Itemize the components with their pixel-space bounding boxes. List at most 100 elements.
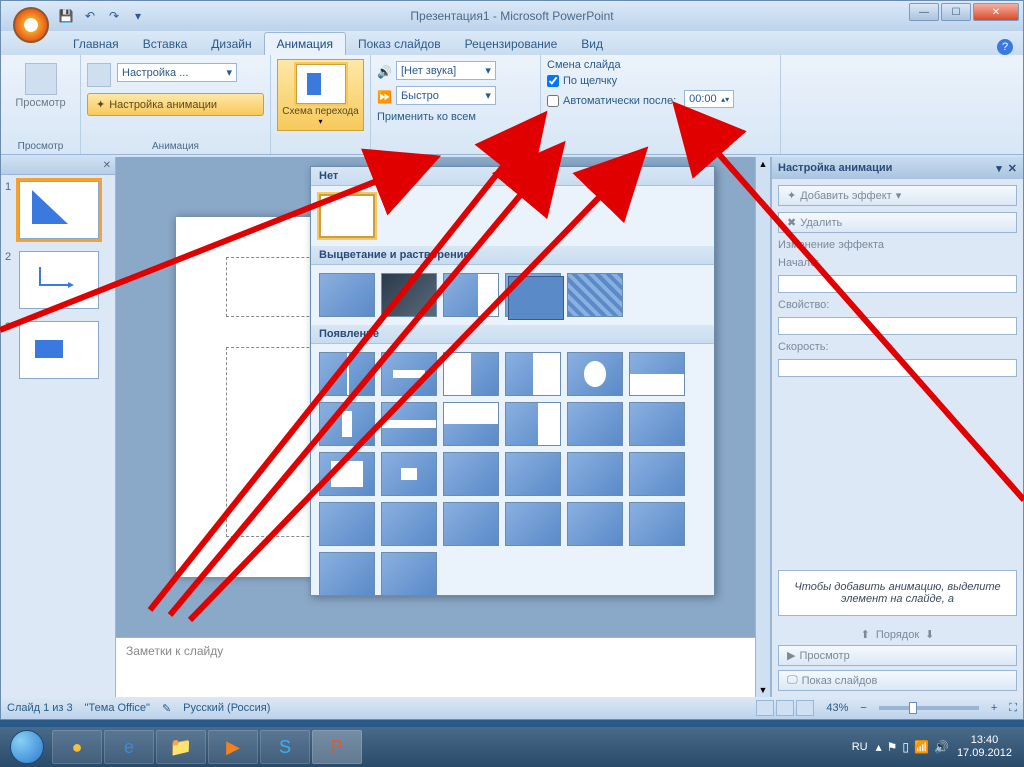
start-dropdown[interactable] [778, 275, 1017, 293]
transition-item[interactable] [505, 402, 561, 446]
transition-item[interactable] [319, 552, 375, 596]
office-button[interactable] [13, 7, 49, 43]
spellcheck-icon[interactable]: ✎ [162, 702, 171, 715]
zoom-level[interactable]: 43% [826, 702, 848, 714]
auto-after-checkbox[interactable]: Автоматически после: 00:00▴▾ [547, 90, 774, 111]
transition-item[interactable] [443, 352, 499, 396]
tray-network-icon[interactable]: 📶 [914, 740, 929, 754]
start-button[interactable] [4, 727, 50, 767]
speed-dropdown[interactable] [778, 359, 1017, 377]
maximize-button[interactable]: ☐ [941, 3, 971, 21]
animate-dropdown[interactable]: Настройка ...▾ [117, 63, 237, 82]
reorder-up-icon[interactable]: ⬆ [861, 628, 870, 641]
reorder-down-icon[interactable]: ⬇ [925, 628, 934, 641]
notes-pane[interactable]: Заметки к слайду [116, 637, 755, 697]
tray-language[interactable]: RU [852, 741, 868, 753]
property-dropdown[interactable] [778, 317, 1017, 335]
tab-animation[interactable]: Анимация [264, 32, 346, 55]
tab-design[interactable]: Дизайн [199, 33, 263, 55]
taskbar-powerpoint[interactable]: P [312, 730, 362, 764]
taskbar-mediaplayer[interactable]: ▶ [208, 730, 258, 764]
animate-icon[interactable] [87, 63, 111, 87]
transition-item[interactable] [505, 352, 561, 396]
add-effect-button[interactable]: ✦Добавить эффект ▾ [778, 185, 1017, 206]
taskbar-skype[interactable]: S [260, 730, 310, 764]
transition-item[interactable] [567, 352, 623, 396]
undo-icon[interactable]: ↶ [81, 7, 99, 25]
transition-item[interactable] [381, 552, 437, 596]
taskbar-ie[interactable]: e [104, 730, 154, 764]
transition-item[interactable] [381, 502, 437, 546]
transition-item[interactable] [505, 502, 561, 546]
vertical-scrollbar[interactable]: ▲ ▼ [755, 157, 771, 697]
transition-item[interactable] [567, 273, 623, 317]
transition-item[interactable] [319, 452, 375, 496]
tab-review[interactable]: Рецензирование [453, 33, 570, 55]
transition-scheme-button[interactable]: Схема перехода ▾ [277, 59, 363, 131]
tray-flag-icon[interactable]: ⚑ [887, 740, 898, 754]
redo-icon[interactable]: ↷ [105, 7, 123, 25]
zoom-slider[interactable] [879, 706, 979, 710]
tray-expand-icon[interactable]: ▴ [876, 740, 882, 754]
transition-speed-dropdown[interactable]: Быстро▾ [396, 86, 496, 105]
preview-button[interactable]: Просмотр [7, 59, 74, 113]
transition-item[interactable] [629, 352, 685, 396]
transition-item[interactable] [443, 402, 499, 446]
slide-thumb-2[interactable]: 2 [1, 245, 115, 315]
transition-item[interactable] [381, 402, 437, 446]
custom-animation-button[interactable]: ✦ Настройка анимации [87, 93, 264, 116]
taskpane-close-icon[interactable]: ✕ [1008, 162, 1017, 175]
transition-item[interactable] [629, 452, 685, 496]
fit-to-window-icon[interactable]: ⛶ [1009, 702, 1017, 715]
transition-item[interactable] [567, 402, 623, 446]
qat-dropdown-icon[interactable]: ▾ [129, 7, 147, 25]
apply-to-all-button[interactable]: Применить ко всем [377, 111, 534, 123]
sorter-view-button[interactable] [776, 700, 794, 716]
slide-thumb-1[interactable]: 1 [1, 175, 115, 245]
transition-item[interactable] [443, 452, 499, 496]
thumbnails-close[interactable]: ✕ [1, 157, 115, 175]
transition-item[interactable] [629, 402, 685, 446]
scroll-down-icon[interactable]: ▼ [759, 685, 768, 695]
transition-item[interactable] [319, 402, 375, 446]
transition-item[interactable] [381, 352, 437, 396]
transition-item[interactable] [443, 273, 499, 317]
scroll-up-icon[interactable]: ▲ [759, 159, 768, 169]
tab-home[interactable]: Главная [61, 33, 131, 55]
transition-item[interactable] [319, 273, 375, 317]
tray-volume-icon[interactable]: 🔊 [934, 740, 949, 754]
remove-effect-button[interactable]: ✖Удалить [778, 212, 1017, 233]
normal-view-button[interactable] [756, 700, 774, 716]
transition-item[interactable] [443, 502, 499, 546]
transition-item[interactable] [381, 273, 437, 317]
transition-item[interactable] [567, 452, 623, 496]
save-icon[interactable]: 💾 [57, 7, 75, 25]
tray-battery-icon[interactable]: ▯ [902, 740, 909, 754]
transition-item[interactable] [505, 273, 561, 317]
transition-item[interactable] [505, 452, 561, 496]
transition-sound-dropdown[interactable]: [Нет звука]▾ [396, 61, 496, 80]
transition-none[interactable] [319, 194, 375, 238]
slideshow-view-button[interactable] [796, 700, 814, 716]
taskbar-clock[interactable]: 13:40 17.09.2012 [957, 734, 1012, 760]
taskpane-dropdown-icon[interactable]: ▾ [996, 162, 1002, 175]
tab-view[interactable]: Вид [569, 33, 615, 55]
slide-thumb-3[interactable]: 3 [1, 315, 115, 385]
taskbar-chrome[interactable]: ● [52, 730, 102, 764]
taskbar-explorer[interactable]: 📁 [156, 730, 206, 764]
language-indicator[interactable]: Русский (Россия) [183, 702, 270, 714]
slideshow-button[interactable]: 🖵Показ слайдов [778, 670, 1017, 691]
zoom-in-icon[interactable]: + [991, 702, 997, 714]
zoom-out-icon[interactable]: − [860, 702, 866, 714]
transition-item[interactable] [567, 502, 623, 546]
tab-insert[interactable]: Вставка [131, 33, 200, 55]
transition-item[interactable] [319, 502, 375, 546]
tab-slideshow[interactable]: Показ слайдов [346, 33, 453, 55]
help-icon[interactable]: ? [997, 39, 1013, 55]
on-click-checkbox[interactable]: По щелчку [547, 75, 774, 87]
transition-item[interactable] [381, 452, 437, 496]
minimize-button[interactable]: — [909, 3, 939, 21]
close-button[interactable]: ✕ [973, 3, 1019, 21]
transition-item[interactable] [629, 502, 685, 546]
play-button[interactable]: ▶Просмотр [778, 645, 1017, 666]
